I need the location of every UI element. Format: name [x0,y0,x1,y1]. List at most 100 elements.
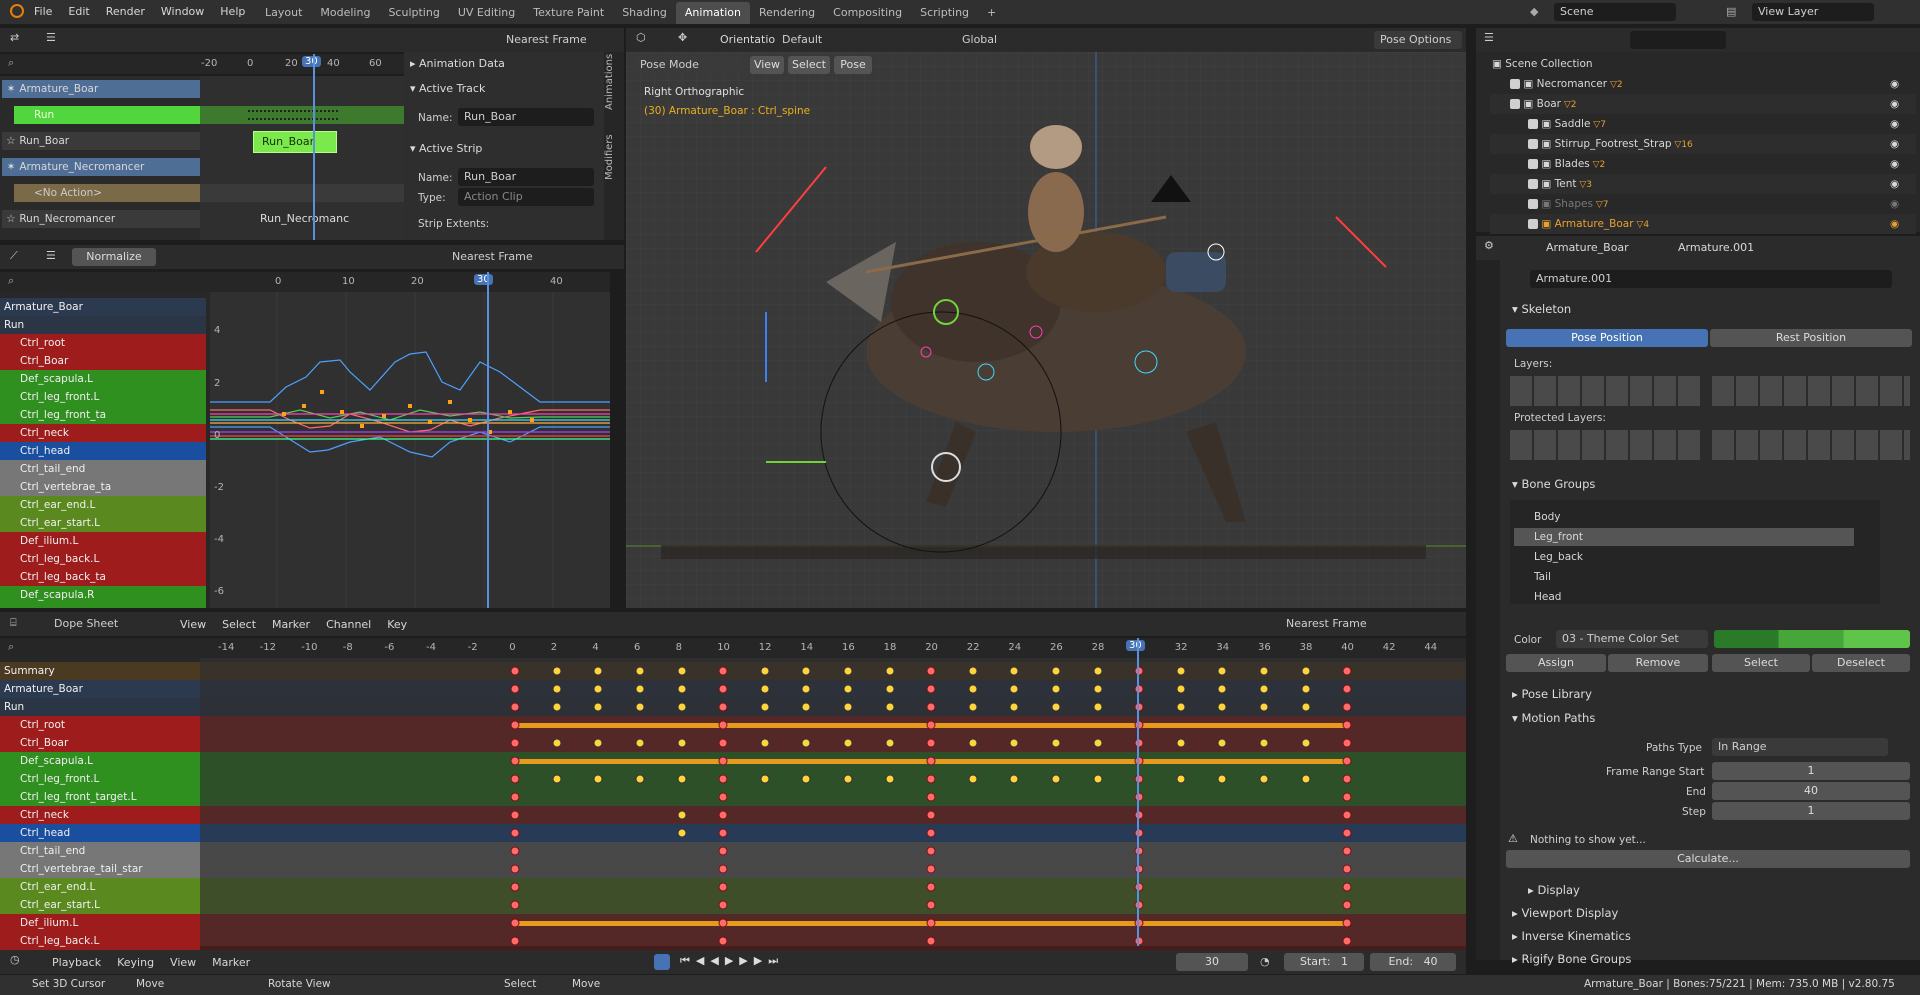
keyframe[interactable] [718,720,728,730]
graph-channel-row[interactable]: Ctrl_ear_start.R [0,604,206,608]
blender-logo-icon[interactable] [10,4,24,18]
keyframe[interactable] [1342,936,1352,946]
dopesheet-channel-row[interactable]: Ctrl_tail_end [0,842,200,860]
dopesheet-key-row[interactable] [200,734,1466,752]
tab-compositing[interactable]: Compositing [824,2,911,24]
keyframe[interactable] [510,828,520,838]
keyframe[interactable] [635,774,645,784]
keyframe[interactable] [1342,864,1352,874]
pose-position-button[interactable]: Pose Position [1506,329,1708,347]
keyframe[interactable] [1301,666,1311,676]
keyframe[interactable] [1342,774,1352,784]
transform-orientation-select[interactable]: Global [956,31,1044,49]
keyframe[interactable] [1009,702,1019,712]
keyframe[interactable] [1176,774,1186,784]
keyframe[interactable] [552,738,562,748]
keyframe[interactable] [926,702,936,712]
dopesheet-channel-row[interactable]: Def_scapula.L [0,752,200,770]
keyframe[interactable] [510,810,520,820]
keyframe[interactable] [1217,684,1227,694]
tab-sculpting[interactable]: Sculpting [379,2,448,24]
eye-icon[interactable]: ◉ [1890,114,1899,134]
dopesheet-channel-row[interactable]: Ctrl_leg_front.L [0,770,200,788]
eye-icon[interactable]: ◉ [1890,94,1899,114]
nla-editor-type-icon[interactable]: ⇄ [10,31,19,44]
viewport-menu-view[interactable]: View [750,56,784,74]
dopesheet-mode-select[interactable]: Dope Sheet [48,615,168,633]
keyframe[interactable] [635,684,645,694]
keyframe[interactable] [760,702,770,712]
keyframe[interactable] [843,702,853,712]
preview-range-icon[interactable]: ◔ [1260,955,1270,968]
dopesheet-channel-row[interactable]: Ctrl_leg_front_target.L [0,788,200,806]
menu-help[interactable]: Help [220,5,245,18]
keyframe[interactable] [926,846,936,856]
menu-window[interactable]: Window [161,5,204,18]
nla-sidebar-section-track[interactable]: ▾ Active Track [410,82,485,95]
keyframe[interactable] [593,684,603,694]
dopesheet-key-row[interactable] [200,788,1466,806]
dopesheet-channel-row[interactable]: Def_ilium.L [0,914,200,932]
calculate-button[interactable]: Calculate... [1506,850,1910,868]
keyframe[interactable] [1176,666,1186,676]
viewport-menu-select[interactable]: Select [788,56,830,74]
dopesheet-channel-row[interactable]: Summary [0,662,200,680]
keyframe[interactable] [1342,918,1352,928]
remove-button[interactable]: Remove [1608,654,1708,672]
frame-range-start-field[interactable]: 1 [1712,762,1910,780]
keyframe[interactable] [843,738,853,748]
visibility-checkbox[interactable] [1528,139,1538,149]
viewport-canvas[interactable] [626,52,1466,608]
keyframe[interactable] [1051,702,1061,712]
nla-track-armature-necromancer[interactable]: ✶ Armature_Necromancer [2,158,200,176]
keyframe[interactable] [968,702,978,712]
keyframe[interactable] [1009,684,1019,694]
keyframe[interactable] [1342,684,1352,694]
dopesheet-key-row[interactable] [200,896,1466,914]
visibility-checkbox[interactable] [1528,219,1538,229]
keyframe[interactable] [1301,702,1311,712]
keyframe[interactable] [552,684,562,694]
keyframe[interactable] [1093,738,1103,748]
dopesheet-channel-row[interactable]: Ctrl_ear_start.L [0,896,200,914]
keyframe[interactable] [677,666,687,676]
tab-rendering[interactable]: Rendering [750,2,824,24]
outliner-item[interactable]: ▣ Tent ▽3 ◉ [1490,174,1916,194]
bone-groups-panel-header[interactable]: ▾ Bone Groups [1512,474,1916,494]
visibility-checkbox[interactable] [1528,119,1538,129]
tab-texture-paint[interactable]: Texture Paint [524,2,613,24]
keyframe[interactable] [843,666,853,676]
search-icon[interactable]: ⌕ [8,640,14,654]
keyframe[interactable] [801,666,811,676]
graph-playhead[interactable] [487,272,489,608]
keyframe[interactable] [552,774,562,784]
armature-data-name-field[interactable]: Armature.001 [1530,270,1892,288]
keyframe[interactable] [510,684,520,694]
graph-channel-row[interactable]: Ctrl_ear_end.L [0,496,206,514]
graph-channel-row[interactable]: Ctrl_Boar [0,352,206,370]
keyframe[interactable] [718,702,728,712]
keyframe[interactable] [1259,702,1269,712]
keyframe[interactable] [801,702,811,712]
keyframe[interactable] [1009,738,1019,748]
keyframe[interactable] [1093,702,1103,712]
graph-channel-row[interactable]: Ctrl_leg_back_ta [0,568,206,586]
color-swatches[interactable] [1714,630,1910,648]
keyframe[interactable] [635,666,645,676]
keyframe[interactable] [1342,810,1352,820]
keyframe[interactable] [885,774,895,784]
transport-controls[interactable]: ⏮◀◀▶▶▶⏭ [680,954,784,968]
outliner-item[interactable]: ▣ Saddle ▽7 ◉ [1490,114,1916,134]
keyframe[interactable] [718,828,728,838]
keyframe[interactable] [885,684,895,694]
rest-position-button[interactable]: Rest Position [1710,329,1912,347]
current-frame-field[interactable]: 30 [1176,953,1248,971]
graph-channel-row[interactable]: Def_scapula.R [0,586,206,604]
visibility-checkbox[interactable] [1528,179,1538,189]
keyframe[interactable] [718,684,728,694]
dopesheet-channel-row[interactable]: Ctrl_head [0,824,200,842]
keyframe[interactable] [1093,666,1103,676]
keyframe[interactable] [926,918,936,928]
keyframe[interactable] [1342,792,1352,802]
search-icon[interactable]: ⌕ [8,56,14,70]
